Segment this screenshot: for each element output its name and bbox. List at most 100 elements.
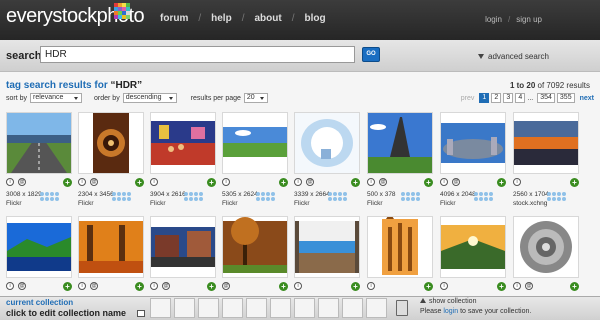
photo-source[interactable]: Flickr <box>150 200 166 207</box>
rating-dots[interactable] <box>40 192 62 202</box>
add-to-collection-icon[interactable]: + <box>351 282 360 291</box>
photo-thumbnail[interactable] <box>222 112 288 174</box>
collection-slot[interactable] <box>294 298 315 318</box>
license-icon[interactable]: @ <box>452 178 460 186</box>
license-icon[interactable]: @ <box>379 178 387 186</box>
photo-thumbnail[interactable] <box>150 216 216 278</box>
info-icon[interactable]: i <box>440 178 448 186</box>
rating-dots[interactable] <box>256 192 278 202</box>
info-icon[interactable]: i <box>150 282 158 290</box>
signup-link[interactable]: sign up <box>516 15 542 24</box>
order-select[interactable]: descending <box>122 93 177 103</box>
license-icon[interactable]: @ <box>90 282 98 290</box>
photo-thumbnail[interactable] <box>294 112 360 174</box>
collection-slot[interactable] <box>246 298 267 318</box>
collection-slot[interactable] <box>222 298 243 318</box>
add-to-collection-icon[interactable]: + <box>424 178 433 187</box>
add-to-collection-icon[interactable]: + <box>570 282 579 291</box>
rating-dots[interactable] <box>474 192 496 202</box>
add-to-collection-icon[interactable]: + <box>497 282 506 291</box>
info-icon[interactable]: i <box>6 282 14 290</box>
trash-icon[interactable] <box>396 300 408 316</box>
info-icon[interactable]: i <box>78 282 86 290</box>
add-to-collection-icon[interactable]: + <box>135 178 144 187</box>
collection-slot[interactable] <box>366 298 387 318</box>
photo-source[interactable]: Flickr <box>294 200 310 207</box>
info-icon[interactable]: i <box>513 282 521 290</box>
rating-dots[interactable] <box>401 192 423 202</box>
add-to-collection-icon[interactable]: + <box>570 178 579 187</box>
login-note-link[interactable]: login <box>443 308 458 315</box>
nav-forum-link[interactable]: forum <box>160 13 188 24</box>
collection-slot[interactable] <box>150 298 171 318</box>
info-icon[interactable]: i <box>367 178 375 186</box>
collection-slot[interactable] <box>342 298 363 318</box>
add-to-collection-icon[interactable]: + <box>135 282 144 291</box>
license-icon[interactable]: @ <box>162 282 170 290</box>
add-to-collection-icon[interactable]: + <box>279 178 288 187</box>
photo-thumbnail[interactable] <box>367 216 433 278</box>
pencil-icon[interactable] <box>137 310 145 317</box>
collection-slot[interactable] <box>318 298 339 318</box>
photo-thumbnail[interactable] <box>150 112 216 174</box>
license-icon[interactable]: @ <box>90 178 98 186</box>
add-to-collection-icon[interactable]: + <box>279 282 288 291</box>
show-collection-link[interactable]: show collection <box>420 298 476 305</box>
pager-page-2[interactable]: 2 <box>491 93 502 103</box>
info-icon[interactable]: i <box>294 282 302 290</box>
nav-help-link[interactable]: help <box>211 13 232 24</box>
license-icon[interactable]: @ <box>525 282 533 290</box>
rating-dots[interactable] <box>328 192 350 202</box>
info-icon[interactable]: i <box>513 178 521 186</box>
info-icon[interactable]: i <box>294 178 302 186</box>
info-icon[interactable]: i <box>6 178 14 186</box>
photo-source[interactable]: Flickr <box>78 200 94 207</box>
perpage-select[interactable]: 20 <box>243 93 268 103</box>
photo-thumbnail[interactable] <box>294 216 360 278</box>
photo-thumbnail[interactable] <box>440 216 506 278</box>
search-go-button[interactable]: GO <box>362 47 380 62</box>
rating-dots[interactable] <box>184 192 206 202</box>
photo-source[interactable]: Flickr <box>222 200 238 207</box>
nav-blog-link[interactable]: blog <box>304 13 325 24</box>
collection-slot[interactable] <box>174 298 195 318</box>
photo-thumbnail[interactable] <box>513 216 579 278</box>
pager-page-354[interactable]: 354 <box>537 93 555 103</box>
add-to-collection-icon[interactable]: + <box>63 178 72 187</box>
license-icon[interactable]: @ <box>306 178 314 186</box>
info-icon[interactable]: i <box>367 282 375 290</box>
license-icon[interactable]: @ <box>222 282 230 290</box>
add-to-collection-icon[interactable]: + <box>63 282 72 291</box>
photo-source[interactable]: stock.xchng <box>513 200 547 207</box>
photo-thumbnail[interactable] <box>6 216 72 278</box>
info-icon[interactable]: i <box>440 282 448 290</box>
license-icon[interactable]: @ <box>18 282 26 290</box>
add-to-collection-icon[interactable]: + <box>497 178 506 187</box>
photo-source[interactable]: Flickr <box>367 200 383 207</box>
photo-thumbnail[interactable] <box>513 112 579 174</box>
nav-about-link[interactable]: about <box>254 13 281 24</box>
photo-thumbnail[interactable] <box>78 112 144 174</box>
info-icon[interactable]: i <box>78 178 86 186</box>
pager-page-1[interactable]: 1 <box>479 93 490 103</box>
rating-dots[interactable] <box>547 192 569 202</box>
advanced-search-link[interactable]: advanced search <box>478 52 549 61</box>
add-to-collection-icon[interactable]: + <box>424 282 433 291</box>
add-to-collection-icon[interactable]: + <box>207 178 216 187</box>
photo-source[interactable]: Flickr <box>6 200 22 207</box>
photo-thumbnail[interactable] <box>6 112 72 174</box>
search-input[interactable] <box>40 46 355 63</box>
add-to-collection-icon[interactable]: + <box>207 282 216 291</box>
collection-slot[interactable] <box>198 298 219 318</box>
collection-name-edit[interactable]: click to edit collection name <box>6 308 126 318</box>
photo-thumbnail[interactable] <box>222 216 288 278</box>
license-icon[interactable]: @ <box>18 178 26 186</box>
photo-thumbnail[interactable] <box>78 216 144 278</box>
info-icon[interactable]: i <box>222 178 230 186</box>
pager-page-3[interactable]: 3 <box>503 93 514 103</box>
photo-thumbnail[interactable] <box>440 112 506 174</box>
collection-slot[interactable] <box>270 298 291 318</box>
info-icon[interactable]: i <box>150 178 158 186</box>
login-link[interactable]: login <box>485 15 502 24</box>
pager-page-4[interactable]: 4 <box>515 93 526 103</box>
